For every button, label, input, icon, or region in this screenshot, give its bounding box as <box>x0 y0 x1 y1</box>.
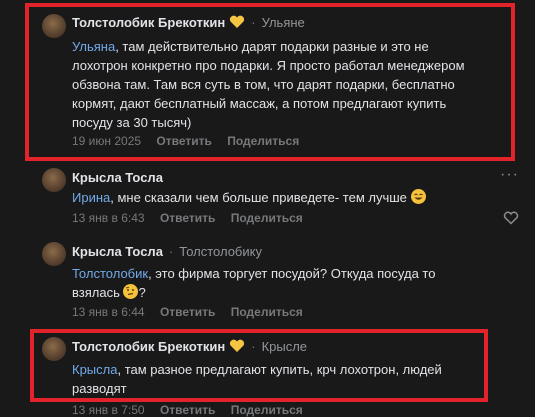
reply-button[interactable]: Ответить <box>160 403 215 417</box>
comment-text: Крысла, там разное предлагают купить, кр… <box>72 362 442 396</box>
share-button[interactable]: Поделиться <box>227 134 299 148</box>
author-name[interactable]: Крысла Тосла <box>72 244 163 259</box>
mention-link[interactable]: Ирина <box>72 190 110 205</box>
separator-dot: · <box>251 339 256 354</box>
comment-date[interactable]: 13 янв в 6:43 <box>72 211 145 225</box>
comment-text: Ирина, мне сказали чем больше приведете-… <box>72 188 492 207</box>
reply-to[interactable]: Крысле <box>262 339 307 354</box>
share-button[interactable]: Поделиться <box>231 211 303 225</box>
comment-date[interactable]: 19 июн 2025 <box>72 134 141 148</box>
heart-icon <box>229 15 245 33</box>
reply-button[interactable]: Ответить <box>160 211 215 225</box>
avatar[interactable] <box>42 168 66 192</box>
mention-link[interactable]: Крысла <box>72 362 117 377</box>
comment-date[interactable]: 13 янв в 6:44 <box>72 305 145 319</box>
like-icon[interactable] <box>503 211 519 230</box>
author-name[interactable]: Толстолобик Брекоткин <box>72 339 225 354</box>
more-options-icon[interactable]: ··· <box>500 166 519 184</box>
question-mark: ? <box>138 285 146 300</box>
avatar[interactable] <box>42 14 66 38</box>
comment-date[interactable]: 13 янв в 7:50 <box>72 403 145 417</box>
avatar[interactable] <box>42 337 66 361</box>
reply-to[interactable]: Толстолобику <box>179 244 262 259</box>
share-button[interactable]: Поделиться <box>231 305 303 319</box>
author-name[interactable]: Толстолобик Брекоткин <box>72 15 225 30</box>
author-name[interactable]: Крысла Тосла <box>72 170 163 185</box>
laughing-emoji-icon <box>410 189 426 204</box>
share-button[interactable]: Поделиться <box>231 403 303 417</box>
comment-2: Крысла Тосла ··· Ирина, мне сказали чем … <box>0 160 535 230</box>
comment-3: Крысла Тосла · Толстолобику Толстолобик, э… <box>0 236 535 331</box>
separator-dot: · <box>168 244 174 259</box>
reply-button[interactable]: Ответить <box>156 134 211 148</box>
heart-icon <box>229 339 245 357</box>
reply-to[interactable]: Ульяне <box>262 15 305 30</box>
comment-text: Ульяна, там действительно дарят подарки … <box>72 39 465 130</box>
thinking-emoji-icon <box>123 284 139 299</box>
comment-text: Толстолобик, это фирма торгует посудой? … <box>72 266 436 300</box>
avatar[interactable] <box>42 242 66 266</box>
mention-link[interactable]: Ульяна <box>72 39 115 54</box>
comment-1: Толстолобик Брекоткин · Ульяне Ульяна, там… <box>0 0 535 160</box>
separator-dot: · <box>251 15 256 30</box>
mention-link[interactable]: Толстолобик <box>72 266 148 281</box>
comment-4: Толстолобик Брекоткин · Крысле Крысла, там… <box>0 331 535 417</box>
reply-button[interactable]: Ответить <box>160 305 215 319</box>
